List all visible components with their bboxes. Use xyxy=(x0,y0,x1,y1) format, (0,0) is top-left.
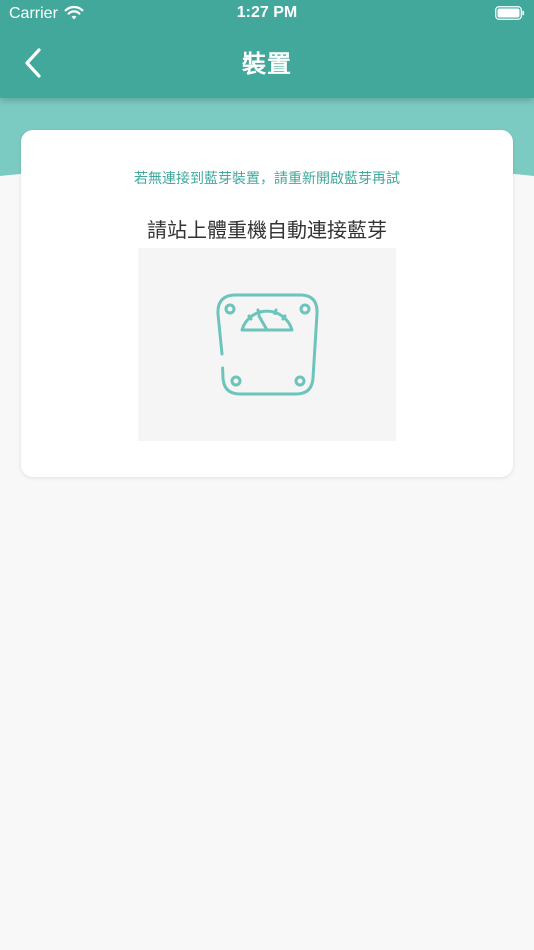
connection-card: 若無連接到藍芽裝置，請重新開啟藍芽再試 請站上體重機自動連接藍芽 xyxy=(21,130,513,477)
weight-scale-icon xyxy=(216,293,319,396)
scale-instruction-text: 請站上體重機自動連接藍芽 xyxy=(147,218,387,242)
device-screen: Carrier 1:27 PM 裝置 若無連接到藍芽裝置，請重新開啟藍芽再試 請… xyxy=(0,0,534,950)
status-time: 1:27 PM xyxy=(236,4,298,21)
bluetooth-hint-text: 若無連接到藍芽裝置，請重新開啟藍芽再試 xyxy=(134,171,400,187)
scale-illustration xyxy=(138,248,396,441)
navigation-header: Carrier 1:27 PM 裝置 xyxy=(0,0,534,98)
page-title: 裝置 xyxy=(242,50,292,78)
status-bar: Carrier 1:27 PM xyxy=(0,0,534,28)
battery-icon xyxy=(495,6,525,20)
